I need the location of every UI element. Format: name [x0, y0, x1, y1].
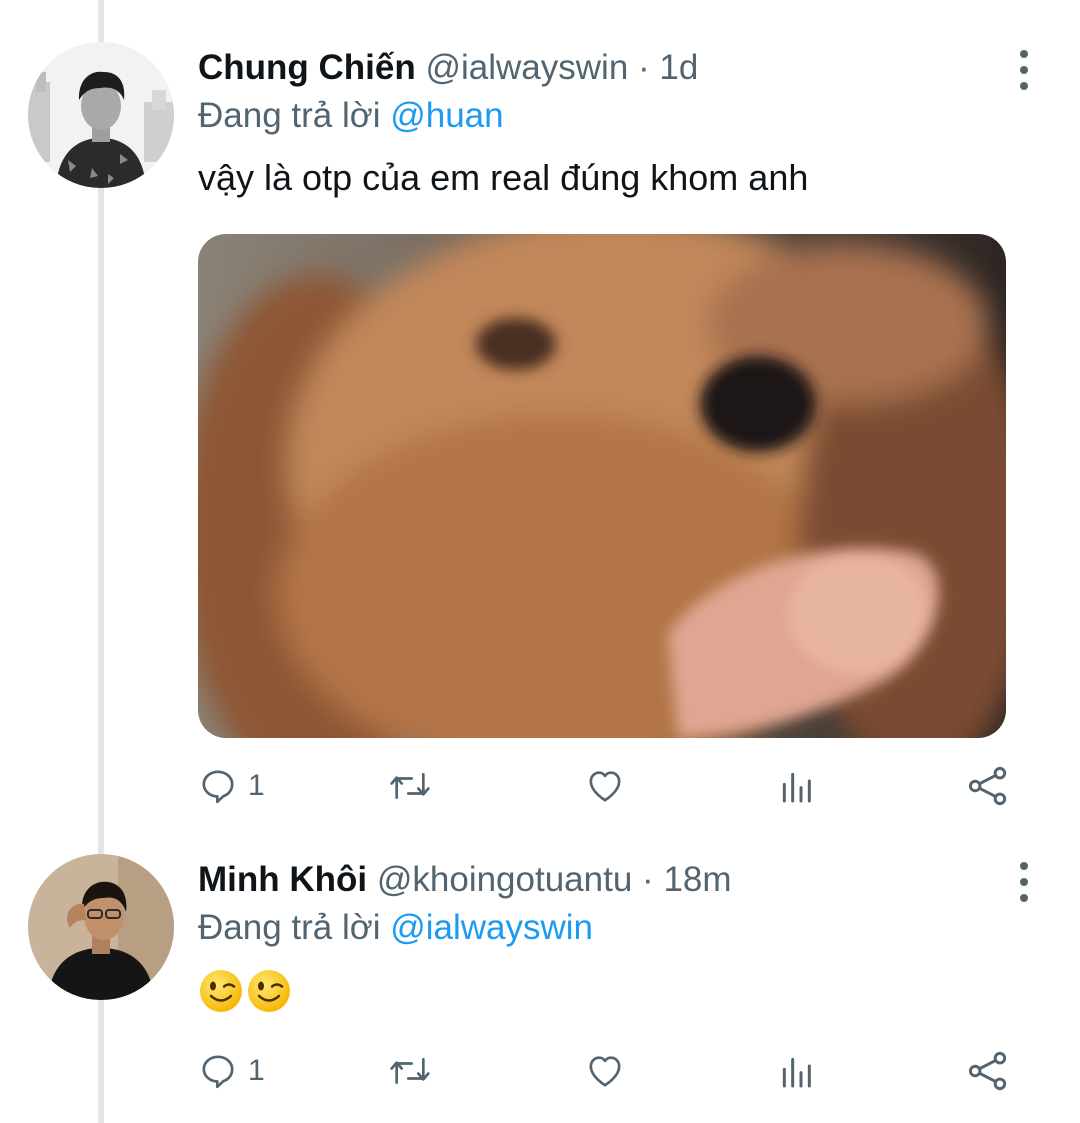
- retweet-icon: [390, 773, 430, 799]
- winking-face-emoji: [200, 970, 242, 1012]
- more-vertical-icon[interactable]: [1014, 50, 1034, 90]
- tweet[interactable]: Chung Chiến @ialwayswin · 1d Đang trả lờ…: [0, 0, 1080, 830]
- retweet-button[interactable]: [388, 1047, 432, 1095]
- reply-button[interactable]: 1: [198, 1047, 265, 1095]
- author-handle[interactable]: @ialwayswin: [425, 48, 628, 87]
- reply-count: 1: [248, 769, 265, 802]
- retweet-button[interactable]: [388, 762, 432, 810]
- replying-to-label: Đang trả lời: [198, 96, 381, 135]
- winking-face-emoji: [248, 970, 290, 1012]
- separator-dot: ·: [642, 860, 654, 899]
- tweet-actions: 1: [198, 1047, 1018, 1095]
- analytics-button[interactable]: [776, 762, 816, 810]
- share-button[interactable]: [966, 762, 1010, 810]
- separator-dot: ·: [638, 48, 650, 87]
- replying-to: Đang trả lời @ialwayswin: [198, 908, 593, 948]
- tweet-timestamp[interactable]: 18m: [663, 860, 731, 899]
- share-button[interactable]: [966, 1047, 1010, 1095]
- tweet-text: vậy là otp của em real đúng khom anh: [198, 157, 809, 198]
- author-handle[interactable]: @khoingotuantu: [377, 860, 632, 899]
- replying-to-label: Đang trả lời: [198, 908, 381, 947]
- heart-icon: [589, 771, 621, 802]
- tweet-actions: 1: [198, 762, 1018, 810]
- more-vertical-icon[interactable]: [1014, 862, 1034, 902]
- analytics-icon: [782, 1057, 811, 1088]
- tweet[interactable]: Minh Khôi @khoingotuantu · 18m Đang trả …: [0, 812, 1080, 1123]
- mention-link[interactable]: @ialwayswin: [390, 908, 593, 947]
- like-button[interactable]: [584, 762, 626, 810]
- tweet-header: Minh Khôi @khoingotuantu · 18m: [198, 860, 990, 900]
- like-button[interactable]: [584, 1047, 626, 1095]
- tweet-timestamp[interactable]: 1d: [659, 48, 698, 87]
- reply-count: 1: [248, 1054, 265, 1087]
- author-name[interactable]: Minh Khôi: [198, 860, 367, 899]
- author-name[interactable]: Chung Chiến: [198, 48, 416, 87]
- reply-icon: [202, 1055, 234, 1089]
- dog-meme-image[interactable]: [198, 234, 1006, 738]
- retweet-icon: [390, 1058, 430, 1084]
- reply-button[interactable]: 1: [198, 762, 265, 810]
- tweet-header: Chung Chiến @ialwayswin · 1d: [198, 48, 990, 88]
- avatar[interactable]: [28, 42, 174, 188]
- share-icon: [968, 1051, 1007, 1091]
- reply-icon: [202, 770, 234, 804]
- replying-to: Đang trả lời @huan: [198, 96, 504, 136]
- analytics-icon: [782, 772, 811, 803]
- heart-icon: [589, 1056, 621, 1087]
- share-icon: [968, 766, 1007, 806]
- analytics-button[interactable]: [776, 1047, 816, 1095]
- mention-link[interactable]: @huan: [390, 96, 503, 135]
- avatar[interactable]: [28, 854, 174, 1000]
- tweet-text: [198, 968, 292, 1016]
